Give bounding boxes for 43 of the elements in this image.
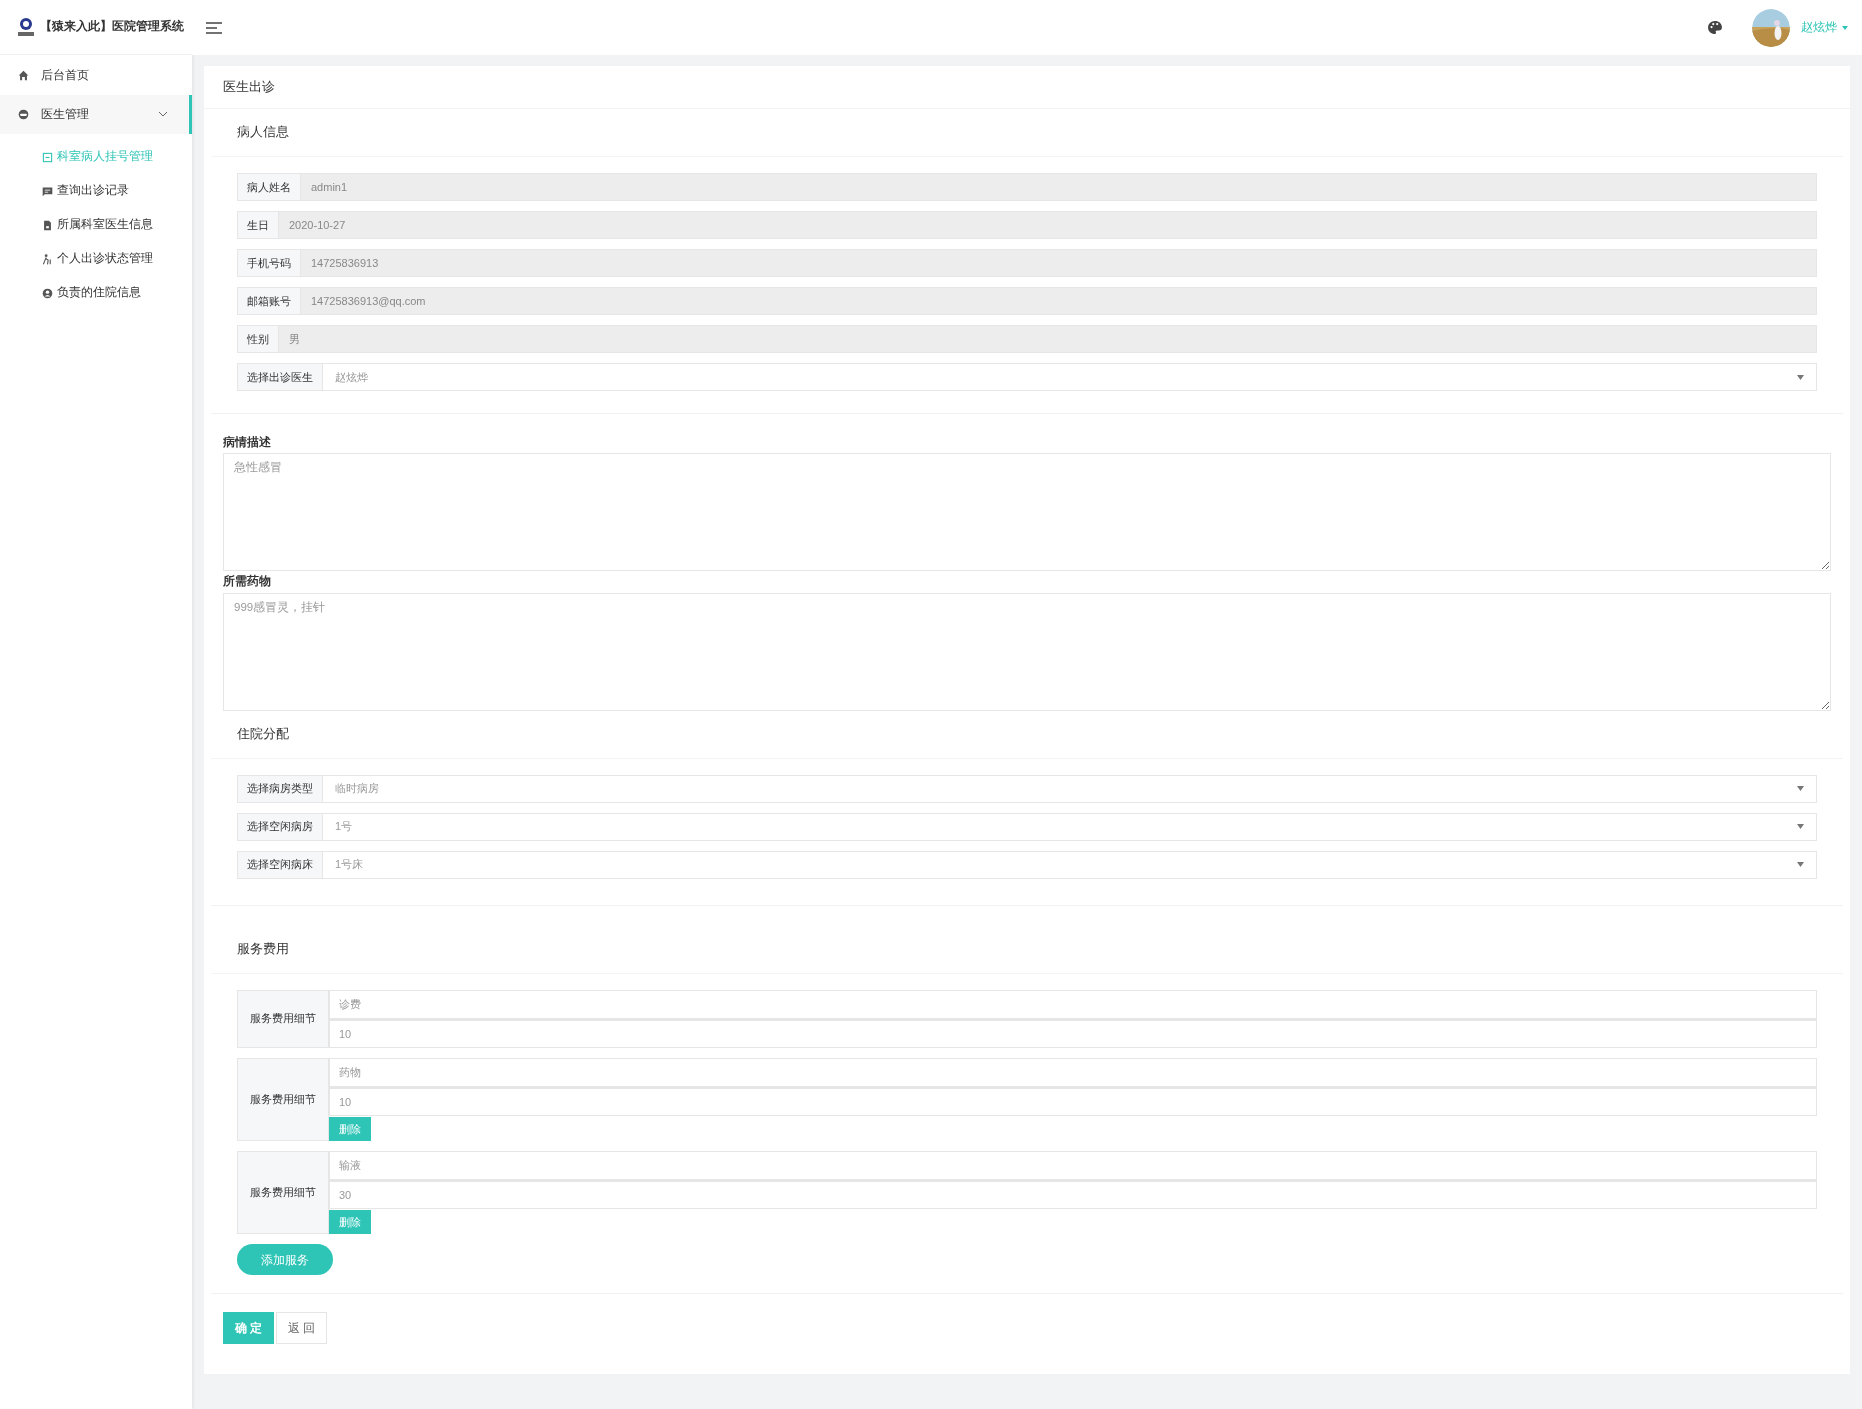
service-name-field[interactable]: 药物	[329, 1057, 1817, 1087]
medicine-field[interactable]: 999感冒灵，挂针	[223, 592, 1831, 711]
sidebar-item[interactable]: 后台首页	[0, 56, 192, 95]
field-label: 服务费用细节	[237, 1150, 329, 1234]
field-label: 服务费用细节	[237, 1057, 329, 1141]
caret-icon	[1842, 25, 1848, 30]
ticket-icon	[42, 151, 53, 163]
description-field[interactable]: 急性感冒	[223, 453, 1831, 572]
service-price-field[interactable]: 10	[329, 1018, 1817, 1048]
delete-button[interactable]: 删除	[329, 1210, 371, 1234]
home-icon	[18, 70, 29, 81]
palette-icon[interactable]	[1708, 21, 1722, 34]
back-button[interactable]: 返 回	[276, 1312, 327, 1344]
service-name-field[interactable]: 诊费	[329, 989, 1817, 1019]
section-title: 住院分配	[211, 710, 1843, 759]
mask-icon	[18, 109, 29, 120]
service-price-field[interactable]: 30	[329, 1179, 1817, 1209]
field-label: 所需药物	[223, 573, 272, 590]
add-service-button[interactable]: 添加服务	[237, 1244, 333, 1275]
field-label: 服务费用细节	[237, 989, 329, 1048]
confirm-button[interactable]: 确 定	[223, 1312, 274, 1344]
file-icon	[42, 219, 53, 231]
service-name-field[interactable]: 输液	[329, 1150, 1817, 1180]
submenu-item[interactable]: 所属科室医生信息	[0, 208, 192, 242]
delete-button[interactable]: 删除	[329, 1116, 371, 1141]
app-title: 【猿来入此】医院管理系统	[40, 18, 184, 35]
section-title: 服务费用	[211, 925, 1843, 974]
submenu-item[interactable]: 负责的住院信息	[0, 276, 192, 310]
walker-icon	[42, 253, 53, 265]
submenu-item[interactable]: 查询出诊记录	[0, 174, 192, 208]
page-title: 医生出诊	[204, 66, 1850, 109]
menu-icon[interactable]	[206, 21, 222, 34]
user-name[interactable]: 赵炫烨	[1801, 18, 1837, 37]
chevron-icon	[159, 112, 167, 117]
message-icon	[42, 185, 53, 197]
user-icon	[42, 287, 53, 299]
sidebar-item[interactable]: 医生管理	[0, 95, 192, 134]
service-price-field[interactable]: 10	[329, 1086, 1817, 1116]
submenu-item[interactable]: 科室病人挂号管理	[0, 140, 192, 174]
logo-icon	[16, 16, 36, 38]
field-label: 病情描述	[223, 435, 272, 450]
submenu-item[interactable]: 个人出诊状态管理	[0, 242, 192, 276]
section-title: 病人信息	[211, 109, 1843, 157]
